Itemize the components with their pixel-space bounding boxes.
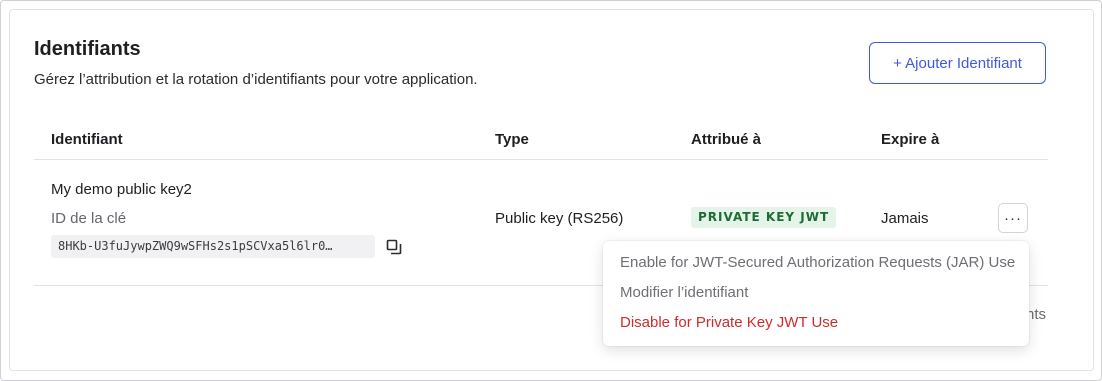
assigned-to-badge: PRIVATE KEY JWT (691, 207, 837, 228)
section-subtitle: Gérez l’attribution et la rotation d’ide… (34, 71, 478, 88)
column-header-assigned-to: Attribué à (691, 131, 762, 148)
row-actions-menu: Enable for JWT-Secured Authorization Req… (603, 241, 1029, 346)
key-id-label: ID de la clé (51, 210, 127, 227)
section-title: Identifiants (34, 38, 141, 60)
copy-icon[interactable] (386, 239, 402, 255)
expires-value: Jamais (881, 210, 929, 227)
menu-item-disable-private-key-jwt[interactable]: Disable for Private Key JWT Use (603, 315, 1029, 345)
column-header-type: Type (495, 131, 529, 148)
header-divider (34, 159, 1048, 160)
credential-name: My demo public key2 (51, 181, 192, 198)
more-horizontal-icon: ··· (1004, 209, 1022, 227)
add-credential-button[interactable]: + Ajouter Identifiant (869, 42, 1046, 84)
key-id-value[interactable]: 8HKb-U3fuJywpZWQ9wSFHs2s1pSCVxa5l6lr0… (51, 235, 375, 258)
row-actions-button[interactable]: ··· (998, 203, 1028, 233)
obscured-text: nts (1026, 306, 1047, 323)
menu-item-edit-credential[interactable]: Modifier l’identifiant (603, 285, 1029, 315)
credential-type: Public key (RS256) (495, 210, 624, 227)
column-header-identifier: Identifiant (51, 131, 123, 148)
column-header-expires: Expire à (881, 131, 940, 148)
menu-item-enable-jar[interactable]: Enable for JWT-Secured Authorization Req… (603, 255, 1029, 285)
